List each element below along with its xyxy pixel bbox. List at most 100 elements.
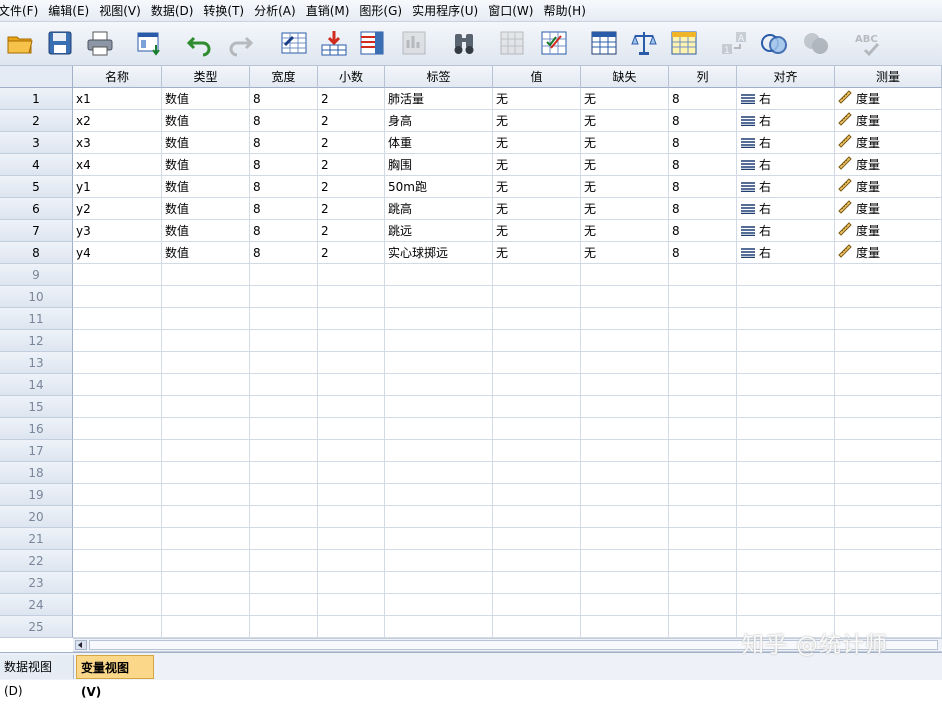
- empty-cell[interactable]: [73, 484, 162, 506]
- empty-cell[interactable]: [737, 484, 835, 506]
- save-icon[interactable]: [44, 27, 76, 59]
- empty-cell[interactable]: [250, 418, 318, 440]
- empty-cell[interactable]: [318, 264, 385, 286]
- cell-name[interactable]: x4: [73, 154, 162, 176]
- empty-cell[interactable]: [669, 286, 737, 308]
- cell-align[interactable]: 右: [737, 88, 835, 110]
- empty-cell[interactable]: [73, 572, 162, 594]
- cell-values[interactable]: 无: [493, 154, 581, 176]
- menu-item[interactable]: 窗口(W): [488, 2, 543, 19]
- empty-cell[interactable]: [835, 286, 942, 308]
- empty-cell[interactable]: [493, 572, 581, 594]
- empty-cell[interactable]: [835, 550, 942, 572]
- menu-item[interactable]: 视图(V): [99, 2, 151, 19]
- cell-width[interactable]: 8: [250, 220, 318, 242]
- cell-columns[interactable]: 8: [669, 176, 737, 198]
- empty-cell[interactable]: [737, 572, 835, 594]
- empty-cell[interactable]: [737, 506, 835, 528]
- empty-cell[interactable]: [581, 572, 669, 594]
- insert-variable-icon[interactable]: [538, 27, 570, 59]
- cell-measure[interactable]: 度量: [835, 198, 942, 220]
- tab-variable-view[interactable]: 变量视图(V): [76, 655, 154, 699]
- run-descriptives-icon[interactable]: [398, 27, 430, 59]
- empty-cell[interactable]: [493, 484, 581, 506]
- empty-cell[interactable]: [250, 550, 318, 572]
- empty-cell[interactable]: [581, 484, 669, 506]
- row-header[interactable]: 1: [0, 88, 73, 110]
- empty-cell[interactable]: [835, 572, 942, 594]
- empty-cell[interactable]: [581, 550, 669, 572]
- cell-width[interactable]: 8: [250, 110, 318, 132]
- empty-cell[interactable]: [318, 462, 385, 484]
- empty-cell[interactable]: [73, 352, 162, 374]
- empty-cell[interactable]: [581, 506, 669, 528]
- col-header-align[interactable]: 对齐: [737, 66, 835, 88]
- empty-cell[interactable]: [250, 616, 318, 638]
- empty-cell[interactable]: [737, 374, 835, 396]
- cell-values[interactable]: 无: [493, 198, 581, 220]
- cell-width[interactable]: 8: [250, 154, 318, 176]
- empty-cell[interactable]: [73, 528, 162, 550]
- empty-cell[interactable]: [318, 330, 385, 352]
- empty-cell[interactable]: [250, 352, 318, 374]
- empty-cell[interactable]: [581, 616, 669, 638]
- menu-item[interactable]: 帮助(H): [543, 2, 595, 19]
- empty-cell[interactable]: [385, 374, 493, 396]
- empty-cell[interactable]: [385, 308, 493, 330]
- empty-cell[interactable]: [669, 418, 737, 440]
- cell-columns[interactable]: 8: [669, 88, 737, 110]
- empty-cell[interactable]: [73, 264, 162, 286]
- empty-cell[interactable]: [493, 352, 581, 374]
- empty-cell[interactable]: [493, 528, 581, 550]
- empty-cell[interactable]: [737, 396, 835, 418]
- cell-columns[interactable]: 8: [669, 154, 737, 176]
- col-header-type[interactable]: 类型: [162, 66, 250, 88]
- empty-cell[interactable]: [581, 308, 669, 330]
- empty-cell[interactable]: [385, 572, 493, 594]
- empty-cell[interactable]: [250, 572, 318, 594]
- empty-cell[interactable]: [73, 440, 162, 462]
- cell-type[interactable]: 数值: [162, 154, 250, 176]
- empty-cell[interactable]: [250, 330, 318, 352]
- empty-cell[interactable]: [737, 550, 835, 572]
- empty-cell[interactable]: [73, 594, 162, 616]
- redo-icon[interactable]: [224, 27, 256, 59]
- row-header[interactable]: 9: [0, 264, 73, 286]
- empty-cell[interactable]: [669, 440, 737, 462]
- cell-name[interactable]: x1: [73, 88, 162, 110]
- open-folder-icon[interactable]: [4, 27, 36, 59]
- empty-cell[interactable]: [162, 528, 250, 550]
- cell-values[interactable]: 无: [493, 242, 581, 264]
- empty-cell[interactable]: [162, 484, 250, 506]
- row-header[interactable]: 15: [0, 396, 73, 418]
- empty-cell[interactable]: [737, 440, 835, 462]
- empty-cell[interactable]: [581, 352, 669, 374]
- empty-cell[interactable]: [835, 484, 942, 506]
- empty-cell[interactable]: [493, 286, 581, 308]
- empty-cell[interactable]: [385, 462, 493, 484]
- find-icon[interactable]: [448, 27, 480, 59]
- empty-cell[interactable]: [669, 550, 737, 572]
- empty-cell[interactable]: [250, 286, 318, 308]
- cell-name[interactable]: y3: [73, 220, 162, 242]
- empty-cell[interactable]: [737, 264, 835, 286]
- empty-cell[interactable]: [835, 330, 942, 352]
- empty-cell[interactable]: [385, 550, 493, 572]
- cell-label[interactable]: 胸围: [385, 154, 493, 176]
- empty-cell[interactable]: [73, 374, 162, 396]
- empty-cell[interactable]: [737, 286, 835, 308]
- cell-width[interactable]: 8: [250, 242, 318, 264]
- goto-case-icon[interactable]: [278, 27, 310, 59]
- empty-cell[interactable]: [385, 616, 493, 638]
- empty-cell[interactable]: [493, 550, 581, 572]
- cell-missing[interactable]: 无: [581, 220, 669, 242]
- row-header[interactable]: 19: [0, 484, 73, 506]
- row-header[interactable]: 17: [0, 440, 73, 462]
- insert-cases-icon[interactable]: [496, 27, 528, 59]
- empty-cell[interactable]: [737, 594, 835, 616]
- cell-align[interactable]: 右: [737, 176, 835, 198]
- empty-cell[interactable]: [581, 286, 669, 308]
- row-header[interactable]: 6: [0, 198, 73, 220]
- cell-label[interactable]: 身高: [385, 110, 493, 132]
- empty-cell[interactable]: [385, 528, 493, 550]
